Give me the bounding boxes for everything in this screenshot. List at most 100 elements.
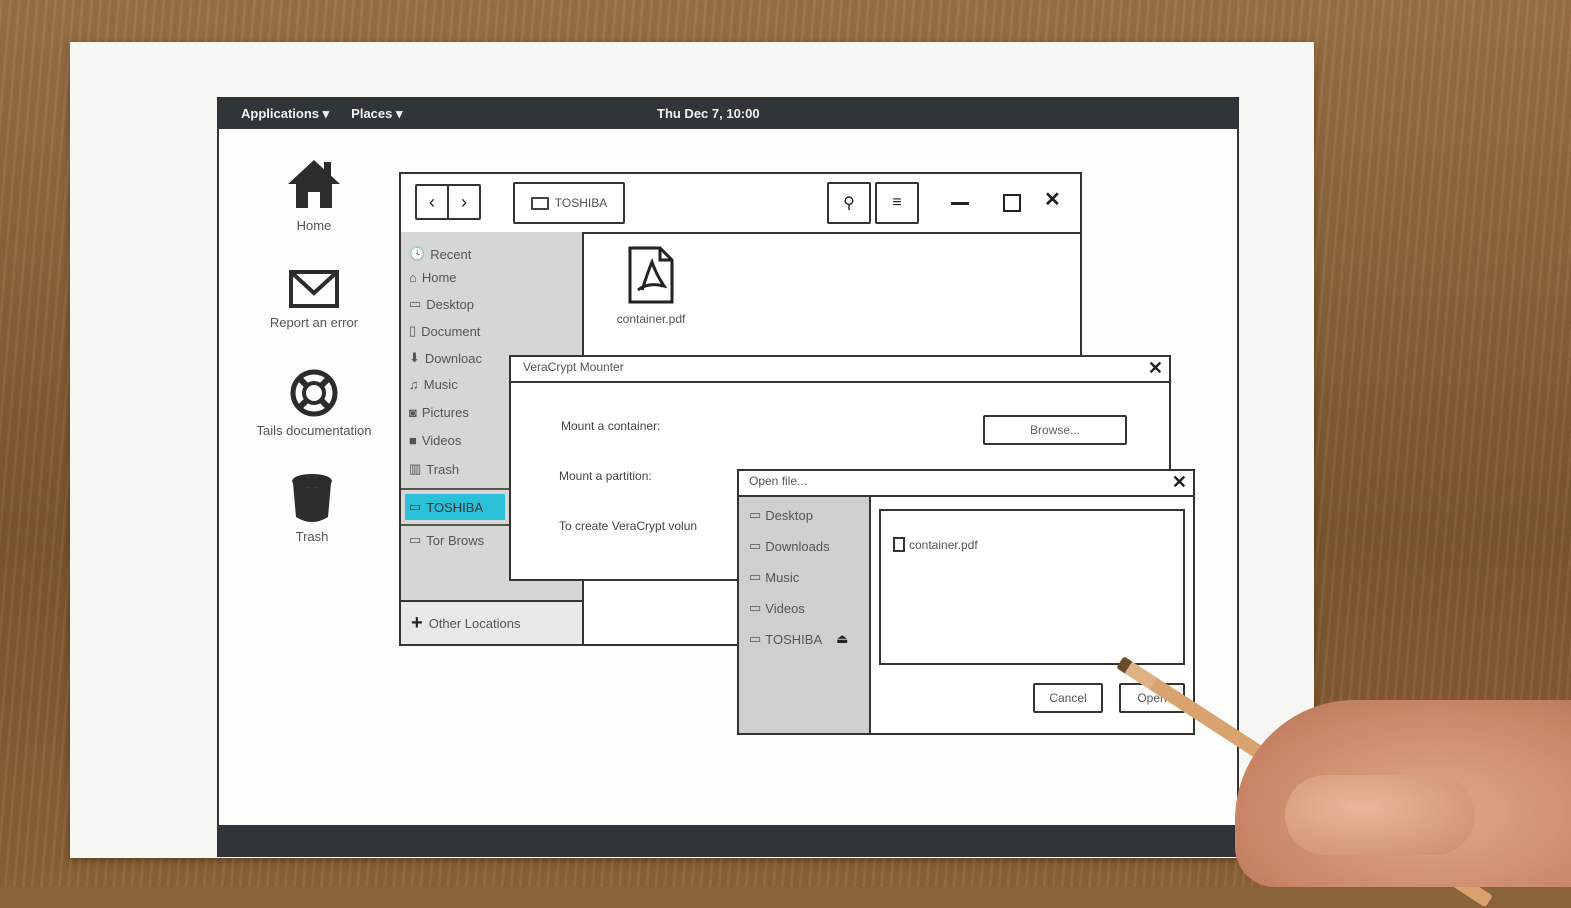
eject-icon[interactable]: ⏏ [836, 631, 848, 647]
place-label: Desktop [765, 507, 813, 523]
folder-icon: ▭ [749, 507, 762, 522]
desktop-icon-label: Report an error [269, 315, 359, 330]
cancel-button[interactable]: Cancel [1033, 683, 1103, 713]
close-icon: ✕ [1171, 472, 1187, 492]
sidebar-item-music[interactable]: ♫ Music [409, 377, 458, 392]
file-item-container-pdf[interactable]: container.pdf [601, 244, 701, 326]
dialog-title: VeraCrypt Mounter [523, 360, 624, 374]
sidebar-item-recent[interactable]: 🕓 Recent [409, 246, 471, 262]
sidebar-item-trash[interactable]: ▥ Trash [409, 461, 459, 477]
envelope-icon [289, 270, 339, 308]
sidebar-item-label: Trash [426, 461, 460, 477]
folder-icon: ▭ [749, 538, 762, 553]
home-icon [288, 160, 340, 208]
music-icon: ♫ [409, 377, 419, 392]
place-label: Videos [765, 600, 805, 616]
top-panel: Applications ▾ Places ▾ Thu Dec 7, 10:00 [219, 99, 1237, 129]
place-item-videos[interactable]: ▭ Videos [749, 600, 805, 616]
folder-icon: ▭ [749, 600, 762, 615]
clock[interactable]: Thu Dec 7, 10:00 [657, 106, 760, 121]
applications-menu[interactable]: Applications ▾ [241, 106, 329, 122]
desktop-icon-report-error[interactable]: Report an error [244, 267, 384, 330]
camera-icon: ◙ [409, 405, 417, 420]
place-item-music[interactable]: ▭ Music [749, 569, 799, 585]
browse-button[interactable]: Browse... [983, 415, 1127, 445]
pdf-icon [893, 537, 905, 552]
sidebar-item-desktop[interactable]: ▭ Desktop [409, 296, 474, 312]
sidebar-item-documents[interactable]: ▯ Document [409, 323, 480, 339]
chevron-right-icon: › [461, 191, 467, 212]
browse-label: Browse... [1029, 423, 1080, 437]
sidebar-item-tor-browser[interactable]: ▭ Tor Brows [409, 532, 484, 548]
folder-icon: ▭ [409, 296, 422, 311]
dialog-titlebar: Open file... ✕ [739, 471, 1193, 497]
create-volume-text: To create VeraCrypt volun [559, 519, 698, 533]
sidebar-item-label: Downloac [424, 350, 482, 366]
place-label: Downloads [765, 538, 830, 554]
video-icon: ■ [409, 433, 417, 448]
back-button[interactable]: ‹ [415, 184, 449, 220]
sidebar-item-label: Pictures [421, 405, 469, 420]
hamburger-icon: ≡ [892, 194, 902, 211]
sidebar-item-pictures[interactable]: ◙ Pictures [409, 405, 469, 420]
file-name: container.pdf [616, 312, 686, 326]
desktop-screen: Applications ▾ Places ▾ Thu Dec 7, 10:00… [217, 97, 1239, 857]
download-icon: ⬇ [409, 350, 420, 365]
desktop-icon-label: Home [296, 218, 332, 233]
file-name: container.pdf [909, 537, 978, 552]
mount-container-label: Mount a container: [561, 419, 661, 433]
desktop-icon-home[interactable]: Home [244, 154, 384, 233]
sidebar-item-label: TOSHIBA [426, 499, 484, 515]
drive-icon: ▭ [409, 499, 422, 514]
sidebar-item-home[interactable]: ⌂ Home [409, 270, 457, 285]
other-locations-row[interactable]: + Other Locations [401, 600, 582, 644]
cancel-label: Cancel [1049, 691, 1087, 705]
place-item-downloads[interactable]: ▭ Downloads [749, 538, 830, 554]
home-icon: ⌂ [409, 270, 417, 285]
sidebar-item-toshiba[interactable]: ▭ TOSHIBA [405, 494, 505, 520]
forward-button[interactable]: › [447, 184, 481, 220]
file-row-container-pdf[interactable]: container.pdf [893, 537, 1043, 552]
desktop-icon-trash[interactable]: Trash [242, 471, 382, 544]
maximize-button[interactable] [1003, 194, 1021, 212]
close-button[interactable]: ✕ [1044, 190, 1061, 210]
place-item-toshiba[interactable]: ▭ TOSHIBA ⏏ [749, 631, 848, 647]
sidebar-item-downloads[interactable]: ⬇ Downloac [409, 350, 482, 366]
menu-button[interactable]: ≡ [875, 182, 919, 224]
sidebar-item-videos[interactable]: ■ Videos [409, 433, 461, 448]
close-icon: ✕ [1147, 358, 1163, 378]
dialog-title: Open file... [749, 474, 808, 488]
place-item-desktop[interactable]: ▭ Desktop [749, 507, 813, 523]
chevron-left-icon: ‹ [429, 191, 435, 212]
desktop-icon-tails-documentation[interactable]: Tails documentation [244, 367, 384, 438]
document-icon: ▯ [409, 323, 417, 338]
place-label: Music [765, 569, 800, 585]
sidebar-item-label: Recent [430, 246, 472, 262]
drive-icon [530, 196, 549, 210]
dialog-close-button[interactable]: ✕ [1172, 473, 1187, 491]
close-icon: ✕ [1044, 189, 1061, 211]
pdf-icon [628, 246, 674, 304]
desktop-icon-label: Tails documentation [256, 423, 372, 438]
minimize-button[interactable] [951, 202, 969, 205]
places-menu[interactable]: Places ▾ [351, 106, 402, 122]
desktop-icon-label: Trash [295, 529, 329, 544]
sidebar-item-label: Tor Brows [426, 532, 485, 548]
search-button[interactable]: ⚲ [827, 182, 871, 224]
dialog-close-button[interactable]: ✕ [1148, 359, 1163, 377]
sidebar-item-label: Music [423, 377, 458, 392]
sidebar-item-label: Desktop [426, 296, 474, 312]
search-icon: ⚲ [843, 195, 855, 212]
trash-icon: ▥ [409, 461, 422, 476]
places-sidebar: ▭ Desktop ▭ Downloads ▭ Music ▭ Videos ▭ TOSH… [739, 497, 871, 733]
sidebar-item-label: Videos [421, 433, 462, 448]
clock-icon: 🕓 [409, 246, 426, 261]
other-locations-label: Other Locations [428, 615, 521, 631]
trash-icon [292, 474, 332, 522]
location-button[interactable]: TOSHIBA [513, 182, 625, 224]
folder-icon: ▭ [409, 532, 422, 547]
file-list-pane: container.pdf [879, 509, 1185, 665]
location-label: TOSHIBA [554, 196, 608, 210]
folder-icon: ▭ [749, 569, 762, 584]
plus-icon: + [411, 611, 423, 634]
